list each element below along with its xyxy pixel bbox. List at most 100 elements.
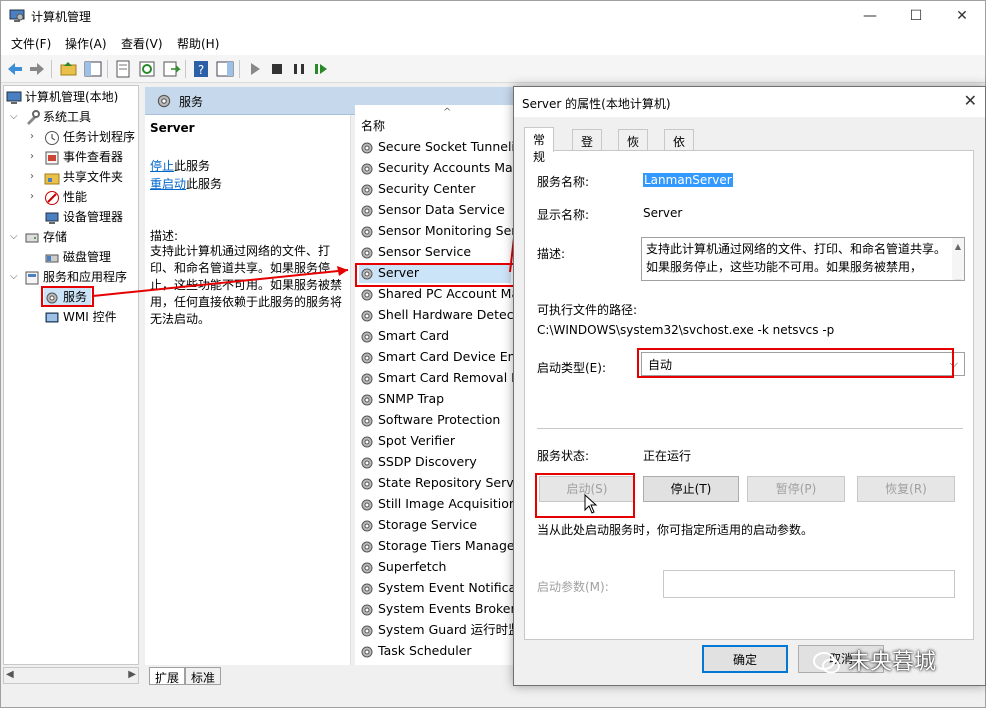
tree-task-scheduler[interactable]: 任务计划程序 (44, 128, 135, 146)
tab-recovery[interactable]: 恢复 (618, 129, 649, 166)
chevron-right-icon[interactable]: › (30, 188, 34, 206)
help-icon[interactable]: ? (191, 59, 211, 79)
chevron-down-icon[interactable]: ⌵ (10, 228, 18, 246)
tab-logon[interactable]: 登录 (572, 129, 603, 166)
startup-type-select[interactable]: 自动 ⌵ (641, 352, 965, 376)
start-params-hint: 当从此处启动服务时，你可指定所适用的启动参数。 (537, 523, 814, 537)
window-title: 计算机管理 (31, 10, 92, 24)
action-pane-icon[interactable] (215, 59, 235, 79)
tree-root[interactable]: 计算机管理(本地) (6, 88, 118, 106)
properties-sheet-icon[interactable] (113, 59, 133, 79)
pause-button[interactable]: 暂停(P) (747, 476, 845, 502)
list-item[interactable]: Shared PC Account Ma (359, 284, 515, 304)
ok-button[interactable]: 确定 (702, 645, 788, 673)
list-item[interactable]: Shell Hardware Detectio (359, 305, 515, 325)
list-item[interactable]: Still Image Acquisition E (359, 494, 515, 514)
gear-icon (361, 289, 373, 300)
resume-button[interactable]: 恢复(R) (857, 476, 955, 502)
list-item[interactable]: Task Scheduler (359, 641, 472, 661)
toolbar: ? (1, 55, 985, 83)
gear-icon (361, 499, 373, 510)
list-item[interactable]: Superfetch (359, 557, 446, 577)
list-item[interactable]: Sensor Service (359, 242, 471, 262)
chevron-right-icon[interactable]: › (30, 148, 34, 166)
description-field[interactable]: 支持此计算机通过网络的文件、打印、和命名管道共享。如果服务停止，这些功能不可用。… (641, 237, 965, 281)
list-item[interactable]: Software Protection (359, 410, 500, 430)
gear-icon (361, 226, 373, 237)
chevron-down-icon[interactable]: ⌵ (10, 108, 18, 126)
export-list-icon[interactable] (161, 59, 181, 79)
gear-icon (361, 541, 373, 552)
menu-action[interactable]: 操作(A) (65, 35, 107, 52)
chevron-right-icon[interactable]: › (30, 128, 34, 146)
tree-services-and-apps[interactable]: 服务和应用程序 (24, 268, 127, 286)
show-hide-tree-icon[interactable] (83, 59, 103, 79)
pause-service-icon[interactable] (289, 59, 309, 79)
tab-standard[interactable]: 标准 (185, 667, 222, 685)
restart-service-link[interactable]: 重启动 (150, 177, 186, 191)
dialog-close-icon[interactable]: ✕ (964, 91, 977, 110)
service-name: Sensor Service (378, 244, 472, 259)
tree-storage[interactable]: 存储 (24, 228, 67, 246)
chevron-right-icon[interactable]: › (30, 168, 34, 186)
tab-general[interactable]: 常规 (524, 127, 555, 164)
list-item[interactable]: SSDP Discovery (359, 452, 477, 472)
tree-event-viewer[interactable]: 事件查看器 (44, 148, 123, 166)
list-item[interactable]: Spot Verifier (359, 431, 455, 451)
tab-extended[interactable]: 扩展 (149, 667, 186, 685)
menu-help[interactable]: 帮助(H) (177, 35, 219, 52)
tree-disk-management[interactable]: 磁盘管理 (44, 248, 111, 266)
list-item[interactable]: System Guard 运行时监 (359, 620, 515, 640)
tree-services[interactable]: 服务 (44, 288, 92, 306)
tree-device-manager[interactable]: 设备管理器 (44, 208, 123, 226)
tree-performance[interactable]: 性能 (44, 188, 87, 206)
gear-icon (361, 604, 373, 615)
list-item[interactable]: Storage Service (359, 515, 477, 535)
separator (537, 428, 963, 429)
list-item[interactable]: Smart Card Device Enu (359, 347, 515, 367)
stop-button[interactable]: 停止(T) (643, 476, 739, 502)
tab-dependencies[interactable]: 依存关系 (664, 129, 695, 200)
list-item[interactable]: Smart Card Removal Po (359, 368, 515, 388)
tree-shared-folders[interactable]: 共享文件夹 (44, 168, 123, 186)
stop-service-link[interactable]: 停止 (150, 159, 174, 173)
service-name: Smart Card Device Enu (378, 349, 515, 364)
list-item[interactable]: Smart Card (359, 326, 449, 346)
menu-file[interactable]: 文件(F) (11, 35, 51, 52)
services-header-label: 服务 (179, 95, 204, 109)
tree-system-tools[interactable]: 系统工具 (24, 108, 91, 126)
stop-service-icon[interactable] (267, 59, 287, 79)
refresh-icon[interactable] (137, 59, 157, 79)
list-item[interactable]: Security Accounts Mana (359, 158, 515, 178)
service-name: Security Center (378, 181, 476, 196)
list-item[interactable]: Sensor Monitoring Serv (359, 221, 515, 241)
list-item[interactable]: Sensor Data Service (359, 200, 505, 220)
tree-wmi-control[interactable]: WMI 控件 (44, 308, 117, 326)
restart-service-icon[interactable] (311, 59, 331, 79)
list-item[interactable]: Storage Tiers Manager (359, 536, 515, 556)
display-name-label: 显示名称: (537, 208, 590, 222)
service-name: Shared PC Account Ma (378, 286, 515, 301)
minimize-button[interactable]: — (847, 1, 893, 31)
list-item[interactable]: State Repository Servic (359, 473, 515, 493)
forward-arrow-icon[interactable] (27, 59, 47, 79)
list-item[interactable]: SNMP Trap (359, 389, 444, 409)
menu-view[interactable]: 查看(V) (121, 35, 163, 52)
chevron-down-icon[interactable]: ⌵ (10, 268, 18, 286)
column-header-name[interactable]: 名称 (361, 117, 385, 134)
description-scrollbar[interactable]: ▲▼ (952, 238, 964, 280)
list-item[interactable]: Server (359, 263, 511, 283)
tree-horizontal-scrollbar[interactable]: ◀ ▶ (3, 667, 139, 684)
list-item[interactable]: System Events Broker (359, 599, 515, 619)
gear-icon (361, 562, 373, 573)
start-service-icon[interactable] (245, 59, 265, 79)
list-item[interactable]: System Event Notificatio (359, 578, 515, 598)
start-params-input[interactable] (663, 570, 955, 598)
back-arrow-icon[interactable] (5, 59, 25, 79)
maximize-button[interactable]: ☐ (893, 1, 939, 31)
list-item[interactable]: Security Center (359, 179, 475, 199)
shared-folder-icon (44, 173, 60, 184)
up-folder-icon[interactable] (59, 59, 79, 79)
list-item[interactable]: Secure Socket Tunneling (359, 137, 515, 157)
close-button[interactable]: ✕ (939, 1, 985, 31)
